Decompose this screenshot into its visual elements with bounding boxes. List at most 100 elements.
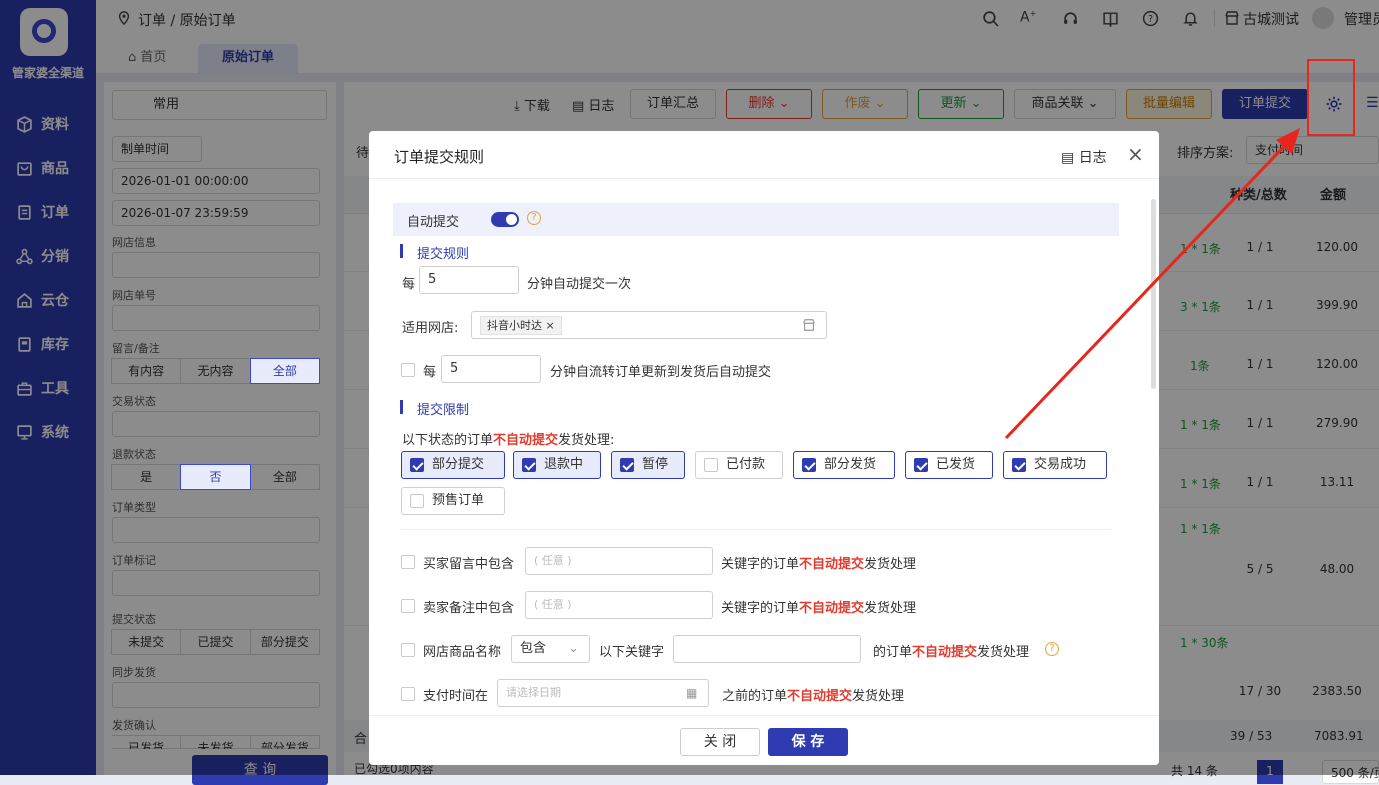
status-option-refunding[interactable]: 退款中 xyxy=(513,451,601,479)
status-label: 预售订单 xyxy=(432,493,485,508)
tab-home[interactable]: ⌂ 首页 xyxy=(104,44,190,74)
submit-option[interactable]: 部分提交 xyxy=(249,629,320,655)
headset-icon[interactable] xyxy=(1062,10,1079,27)
nav-item-system[interactable]: 系统 xyxy=(16,420,69,444)
trade-status-input[interactable] xyxy=(112,411,320,437)
status-checkbox[interactable] xyxy=(620,458,634,472)
dialog-footer: 关 闭 保 存 xyxy=(369,715,1159,765)
goods-keyword-input[interactable] xyxy=(673,635,861,663)
refund-option[interactable]: 是 xyxy=(111,464,182,490)
order-flag-input[interactable] xyxy=(112,570,320,596)
order-summary-button[interactable]: 订单汇总 xyxy=(630,89,716,119)
flow-interval-input[interactable]: 5 xyxy=(441,355,541,383)
user-name[interactable]: 管理员 xyxy=(1344,9,1379,29)
sync-ship-input[interactable] xyxy=(112,682,320,708)
placeholder-text: ( 任意 ) xyxy=(534,598,572,611)
goods-name-checkbox[interactable] xyxy=(401,643,415,657)
status-checkbox[interactable] xyxy=(704,458,718,472)
book-icon[interactable] xyxy=(1102,10,1119,27)
nav-item-distribution[interactable]: 分销 xyxy=(16,244,69,268)
nav-item-stock[interactable]: 库存 xyxy=(16,332,69,356)
batch-edit-button[interactable]: 批量编辑 xyxy=(1126,89,1212,119)
toolbox-icon xyxy=(17,381,32,396)
status-option-partial-shipped[interactable]: 部分发货 xyxy=(793,451,895,479)
shop-icon xyxy=(803,319,815,331)
auto-submit-toggle[interactable] xyxy=(491,212,519,227)
refund-option[interactable]: 否 xyxy=(180,464,251,490)
log-button[interactable]: ▤ 日志 xyxy=(572,95,614,114)
list-menu-icon[interactable]: ☰ xyxy=(1366,95,1379,111)
date-to-input[interactable]: 2026-01-07 23:59:59 xyxy=(112,200,320,226)
status-checkbox[interactable] xyxy=(802,458,816,472)
contains-select[interactable]: 包含 ⌄ xyxy=(511,635,590,663)
flow-checkbox[interactable] xyxy=(401,363,415,377)
buyer-msg-input[interactable]: ( 任意 ) xyxy=(525,547,713,575)
current-shop[interactable]: 古城测试 xyxy=(1243,9,1299,29)
void-button[interactable]: 作废 ⌄ xyxy=(822,89,908,119)
shops-select[interactable]: 抖音小时达 × xyxy=(471,311,827,339)
ship-option[interactable]: 未发货 xyxy=(180,735,251,749)
status-option-paid[interactable]: 已付款 xyxy=(695,451,783,479)
download-button[interactable]: ⤓ 下载 xyxy=(514,95,550,114)
shop-order-input[interactable] xyxy=(112,305,320,331)
status-option-presale[interactable]: 预售订单 xyxy=(401,487,505,515)
ai-icon[interactable]: A+ xyxy=(1020,9,1036,26)
interval-input[interactable]: 5 xyxy=(419,266,519,294)
update-button[interactable]: 更新 ⌄ xyxy=(918,89,1004,119)
avatar[interactable] xyxy=(1312,7,1334,29)
seller-note-input[interactable]: ( 任意 ) xyxy=(525,591,713,619)
search-icon[interactable] xyxy=(982,10,999,27)
nav-item-goods[interactable]: 商品 xyxy=(16,156,69,180)
shop-info-input[interactable] xyxy=(112,252,320,278)
remark-option[interactable]: 无内容 xyxy=(180,358,251,384)
status-checkbox[interactable] xyxy=(522,458,536,472)
pay-time-checkbox[interactable] xyxy=(401,687,415,701)
nav-item-tools[interactable]: 工具 xyxy=(16,376,69,400)
goods-name-label: 网店商品名称 xyxy=(423,645,502,660)
nav-item-data[interactable]: 资料 xyxy=(16,112,69,136)
status-checkbox[interactable] xyxy=(1012,458,1026,472)
tab-original-orders[interactable]: 原始订单 xyxy=(198,44,299,74)
row-kinds: 1 / 1 xyxy=(1246,475,1274,489)
status-checkbox[interactable] xyxy=(410,494,424,508)
submit-option[interactable]: 未提交 xyxy=(111,629,182,655)
status-option-paused[interactable]: 暂停 xyxy=(611,451,685,479)
remark-option[interactable]: 有内容 xyxy=(111,358,182,384)
pay-time-input[interactable]: 请选择日期 ▦ xyxy=(497,679,709,707)
time-type-select[interactable]: 制单时间 xyxy=(112,136,202,162)
buyer-msg-checkbox[interactable] xyxy=(401,555,415,569)
page-current[interactable]: 1 xyxy=(1257,760,1283,784)
pending-tab[interactable]: 待 xyxy=(356,142,369,161)
ship-option[interactable]: 部分发货 xyxy=(249,735,320,749)
row-goods: 1 * 30条 xyxy=(1180,636,1229,650)
help-icon[interactable]: ? xyxy=(1142,10,1159,27)
page-size-select[interactable]: 500 条/页 xyxy=(1322,760,1379,784)
app-logo[interactable] xyxy=(20,8,68,56)
submit-option[interactable]: 已提交 xyxy=(180,629,251,655)
seller-note-checkbox[interactable] xyxy=(401,599,415,613)
status-checkbox[interactable] xyxy=(914,458,928,472)
save-button[interactable]: 保 存 xyxy=(768,728,848,756)
calendar-icon: ▦ xyxy=(686,686,698,700)
delete-button[interactable]: 删除 ⌄ xyxy=(726,89,812,119)
status-option-trade-success[interactable]: 交易成功 xyxy=(1003,451,1107,479)
ship-option[interactable]: 已发货 xyxy=(112,735,182,749)
status-option-partial-submit[interactable]: 部分提交 xyxy=(401,451,505,479)
remark-option[interactable]: 全部 xyxy=(249,358,320,384)
date-from-input[interactable]: 2026-01-01 00:00:00 xyxy=(112,168,320,194)
help-icon[interactable]: ? xyxy=(1045,642,1059,656)
tag-close-icon[interactable]: × xyxy=(546,319,555,332)
help-icon[interactable]: ? xyxy=(527,211,541,225)
nav-item-orders[interactable]: 订单 xyxy=(16,200,69,224)
status-option-shipped[interactable]: 已发货 xyxy=(905,451,993,479)
order-submit-button[interactable]: 订单提交 xyxy=(1222,89,1308,119)
bell-icon[interactable] xyxy=(1182,10,1199,27)
close-button[interactable]: 关 闭 xyxy=(680,728,760,756)
goods-link-button[interactable]: 商品关联 ⌄ xyxy=(1014,89,1116,119)
refund-option[interactable]: 全部 xyxy=(249,464,320,490)
order-type-input[interactable] xyxy=(112,517,320,543)
preset-select[interactable]: 常用 xyxy=(112,90,327,120)
status-checkbox[interactable] xyxy=(410,458,424,472)
query-button[interactable]: 查 询 xyxy=(192,755,328,785)
nav-item-cloud-warehouse[interactable]: 云仓 xyxy=(16,288,69,312)
